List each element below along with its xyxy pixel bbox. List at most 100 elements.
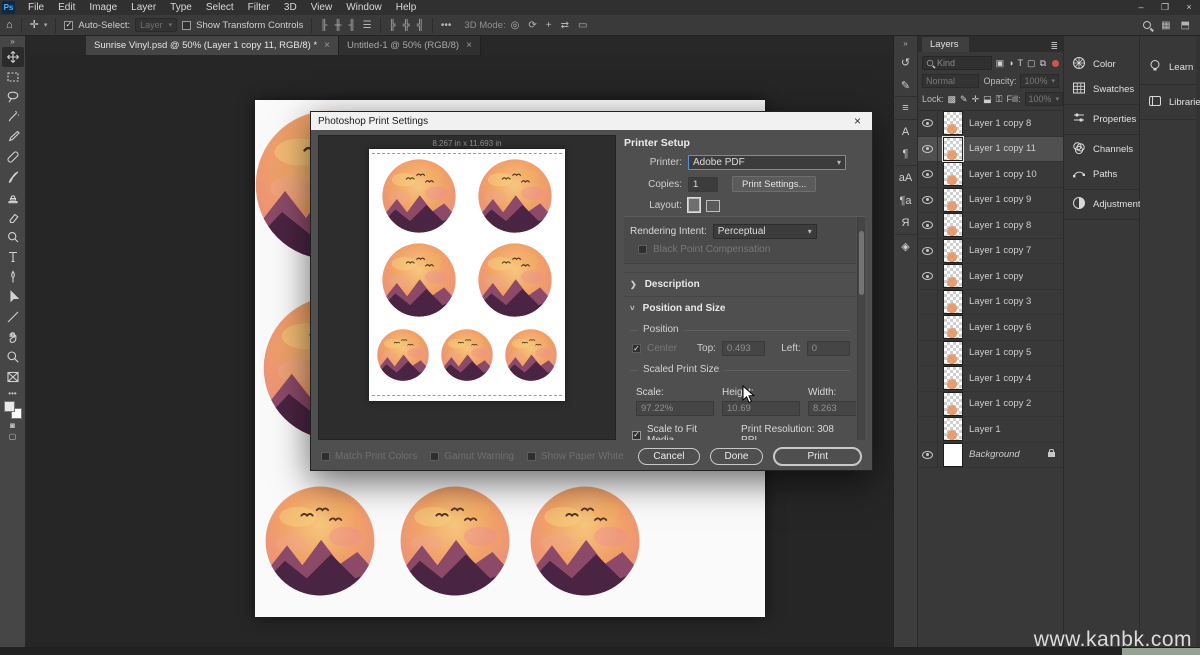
scrollbar-thumb[interactable] (859, 231, 864, 295)
close-button[interactable]: × (1178, 0, 1200, 15)
show-transform-checkbox[interactable] (182, 21, 191, 30)
layer-row-9[interactable]: Layer 1 copy 5 (918, 341, 1063, 367)
layers-tab[interactable]: Layers (922, 37, 969, 52)
character-styles-panel-icon[interactable]: aA (895, 166, 917, 189)
chevron-down-icon[interactable]: ▾ (44, 21, 48, 29)
filter-pixel-icon[interactable]: ▣ (996, 58, 1005, 69)
expand-panels-icon[interactable]: » (903, 39, 907, 51)
lock-transparent-icon[interactable]: ▩ (948, 94, 957, 105)
menu-item-help[interactable]: Help (389, 0, 424, 15)
layer-thumbnail[interactable] (943, 392, 963, 416)
brush-settings-panel-icon[interactable]: ✎ (895, 74, 917, 97)
history-panel-icon[interactable]: ↺ (895, 51, 917, 74)
dialog-title-bar[interactable]: Photoshop Print Settings × (311, 112, 872, 130)
layer-thumbnail[interactable] (943, 341, 963, 365)
restore-button[interactable]: ❐ (1154, 0, 1176, 15)
minimize-button[interactable]: – (1130, 0, 1152, 15)
visibility-toggle[interactable] (918, 213, 938, 238)
layer-row-6[interactable]: Layer 1 copy (918, 264, 1063, 290)
marquee-tool[interactable] (2, 67, 24, 87)
menu-item-filter[interactable]: Filter (241, 0, 277, 15)
layer-thumbnail[interactable] (943, 264, 963, 288)
layer-row-5[interactable]: Layer 1 copy 7 (918, 239, 1063, 265)
3d-mode-icon-2[interactable]: + (546, 20, 552, 31)
screen-mode-icon[interactable]: ▢ (9, 432, 17, 441)
layer-row-10[interactable]: Layer 1 copy 4 (918, 366, 1063, 392)
cancel-button[interactable]: Cancel (638, 448, 699, 465)
auto-select-checkbox[interactable] (64, 21, 73, 30)
visibility-toggle[interactable] (918, 366, 938, 391)
more-options-icon[interactable]: ••• (441, 20, 452, 31)
filter-adjustment-icon[interactable]: ◑ (1008, 58, 1013, 68)
layer-row-1[interactable]: Layer 1 copy 11 (918, 137, 1063, 163)
workspace-icon[interactable]: ▦ (1161, 20, 1170, 31)
layer-thumbnail[interactable] (943, 111, 963, 135)
lasso-tool[interactable] (2, 87, 24, 107)
menu-item-layer[interactable]: Layer (124, 0, 163, 15)
rendering-intent-dropdown[interactable]: Perceptual ▾ (713, 224, 817, 239)
layer-row-8[interactable]: Layer 1 copy 6 (918, 315, 1063, 341)
visibility-toggle[interactable] (918, 290, 938, 315)
quick-mask-icon[interactable]: ◙ (10, 421, 15, 430)
layout-portrait-icon[interactable] (688, 198, 700, 212)
character-panel-icon[interactable]: A (895, 120, 917, 143)
layer-thumbnail[interactable] (943, 188, 963, 212)
lock-move-icon[interactable]: ✛ (972, 94, 980, 105)
home-icon[interactable]: ⌂ (6, 20, 13, 31)
3d-mode-icon-1[interactable]: ⟳ (528, 20, 536, 31)
distribute-icon-1[interactable]: ╬ (403, 20, 410, 31)
paragraph-panel-icon[interactable]: ¶ (895, 143, 917, 166)
pen-tool[interactable] (2, 267, 24, 287)
visibility-toggle[interactable] (918, 392, 938, 417)
hand-tool[interactable] (2, 327, 24, 347)
menu-item-file[interactable]: File (21, 0, 51, 15)
brushes-panel-icon[interactable]: ≡ (895, 97, 917, 120)
print-settings-button[interactable]: Print Settings... (732, 176, 816, 192)
artboard-tool[interactable] (2, 367, 24, 387)
copies-input[interactable]: 1 (688, 177, 718, 192)
menu-item-edit[interactable]: Edit (51, 0, 82, 15)
move-tool[interactable] (2, 47, 24, 67)
visibility-toggle[interactable] (918, 137, 938, 162)
dodge-tool[interactable] (2, 227, 24, 247)
layer-thumbnail[interactable] (943, 443, 963, 467)
layer-thumbnail[interactable] (943, 315, 963, 339)
position-size-section-header[interactable]: ˅ Position and Size (624, 297, 856, 320)
layer-thumbnail[interactable] (943, 290, 963, 314)
3d-mode-icon-0[interactable]: ◎ (511, 20, 520, 31)
menu-item-view[interactable]: View (304, 0, 340, 15)
lock-artboard-icon[interactable]: ⬓ (983, 94, 992, 105)
distribute-icon-2[interactable]: ╣ (417, 20, 424, 31)
3d-mode-icon-4[interactable]: ▭ (578, 20, 587, 31)
eyedropper-tool[interactable] (2, 127, 24, 147)
document-tab-1[interactable]: Untitled-1 @ 50% (RGB/8)× (339, 36, 481, 55)
type-tool[interactable] (2, 247, 24, 267)
layer-row-4[interactable]: Layer 1 copy 8 (918, 213, 1063, 239)
align-icon-2[interactable]: ╢ (349, 20, 356, 31)
dialog-close-icon[interactable]: × (850, 114, 865, 128)
tab-close-icon[interactable]: × (324, 40, 330, 51)
panel-channels[interactable]: Channels (1064, 137, 1139, 162)
zoom-tool[interactable] (2, 347, 24, 367)
more-tools-icon[interactable]: ••• (8, 389, 16, 398)
menu-item-image[interactable]: Image (82, 0, 124, 15)
layer-filter-search[interactable]: Kind (922, 56, 992, 70)
visibility-toggle[interactable] (918, 264, 938, 289)
layer-row-3[interactable]: Layer 1 copy 9 (918, 188, 1063, 214)
panel-learn[interactable]: Learn (1140, 52, 1196, 82)
opacity-dropdown[interactable]: 100% ▾ (1020, 74, 1059, 88)
brush-tool[interactable] (2, 167, 24, 187)
layer-row-7[interactable]: Layer 1 copy 3 (918, 290, 1063, 316)
lock-paint-icon[interactable]: ✎ (960, 94, 968, 105)
visibility-toggle[interactable] (918, 417, 938, 442)
layout-landscape-icon[interactable] (706, 200, 720, 212)
print-button[interactable]: Print (773, 447, 862, 466)
search-icon[interactable] (1143, 21, 1151, 29)
visibility-toggle[interactable] (918, 315, 938, 340)
layer-row-0[interactable]: Layer 1 copy 8 (918, 111, 1063, 137)
visibility-toggle[interactable] (918, 239, 938, 264)
printer-dropdown[interactable]: Adobe PDF ▾ (688, 155, 846, 170)
align-icon-1[interactable]: ╫ (334, 20, 341, 31)
panel-color[interactable]: Color (1064, 52, 1139, 77)
done-button[interactable]: Done (710, 448, 764, 465)
